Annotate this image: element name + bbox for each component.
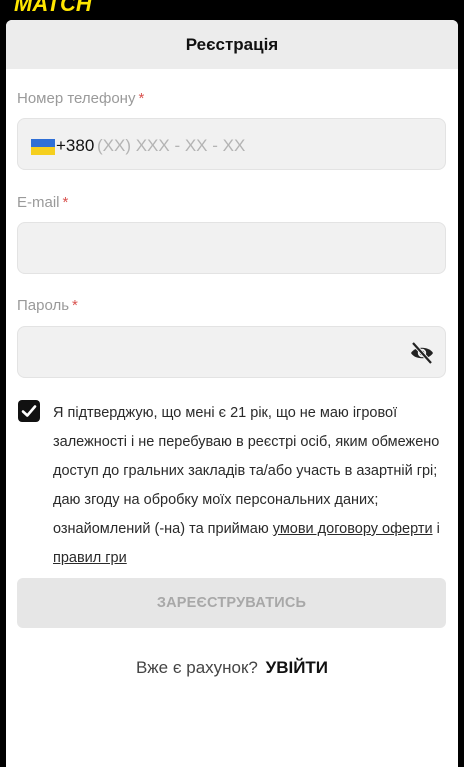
email-required-mark: * xyxy=(62,194,69,211)
email-field[interactable] xyxy=(17,222,446,274)
consent-checkbox[interactable] xyxy=(18,400,40,422)
phone-label-text: Номер телефону xyxy=(17,90,136,107)
login-link[interactable]: УВІЙТИ xyxy=(266,658,328,677)
phone-label: Номер телефону * xyxy=(17,90,144,107)
have-account-text: Вже є рахунок? xyxy=(135,658,258,677)
phone-field[interactable]: +380 (XX) XXX - XX - XX xyxy=(17,118,446,170)
password-required-mark: * xyxy=(72,297,78,314)
register-button-label: ЗАРЕЄСТРУВАТИСЬ xyxy=(156,595,307,611)
consent-text: Я підтверджую, що мені є 21 рік, що не м… xyxy=(53,399,453,573)
top-bar: MATCH xyxy=(0,0,464,14)
registration-panel: Реєстрація Номер телефону * +380 (XX) XXX… xyxy=(6,20,458,767)
ukraine-flag-icon xyxy=(31,139,55,155)
password-label-text: Пароль xyxy=(17,297,70,314)
password-label: Пароль * xyxy=(17,297,78,314)
password-field[interactable] xyxy=(17,326,446,378)
eye-slash-icon[interactable] xyxy=(409,340,435,366)
email-label: E-mail * xyxy=(17,194,68,211)
consent-body: Я підтверджую, що мені є 21 рік, що не м… xyxy=(53,405,440,537)
terms-link[interactable]: умови договору оферти xyxy=(273,521,433,537)
register-button[interactable]: ЗАРЕЄСТРУВАТИСЬ xyxy=(17,578,446,628)
phone-required-mark: * xyxy=(138,90,145,107)
login-row: Вже є рахунок? УВІЙТИ xyxy=(6,658,458,678)
rules-link[interactable]: правил гри xyxy=(53,550,127,566)
consent-conjunction: і xyxy=(436,521,440,537)
email-label-text: E-mail xyxy=(17,194,60,211)
page-title: Реєстрація xyxy=(185,34,279,54)
phone-placeholder: (XX) XXX - XX - XX xyxy=(97,136,246,155)
check-icon xyxy=(21,405,37,417)
brand-logo[interactable]: MATCH xyxy=(14,0,92,14)
panel-header: Реєстрація xyxy=(6,20,458,69)
phone-prefix: +380 xyxy=(56,136,95,155)
